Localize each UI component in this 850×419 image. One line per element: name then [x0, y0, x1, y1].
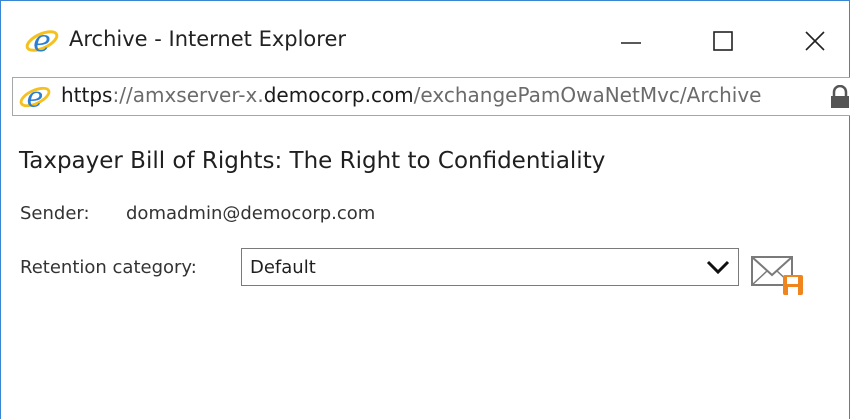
svg-text:e: e	[33, 24, 51, 58]
maximize-button[interactable]	[693, 15, 753, 67]
maximize-icon	[713, 31, 733, 51]
url-path: /exchangePamOwaNetMvc/Archive	[413, 83, 762, 107]
minimize-icon	[621, 42, 641, 44]
internet-explorer-icon: e	[25, 24, 59, 58]
close-button[interactable]	[785, 15, 845, 67]
address-bar[interactable]: e https://amxserver-x.democorp.com/excha…	[12, 77, 850, 116]
title-bar[interactable]: e Archive - Internet Explorer	[1, 1, 849, 77]
url-domain: democorp.com	[263, 83, 414, 107]
browser-window: e Archive - Internet Explorer e https://…	[0, 0, 850, 419]
retention-category-label: Retention category:	[20, 257, 197, 278]
archive-content: Taxpayer Bill of Rights: The Right to Co…	[1, 115, 849, 419]
url-host-prefix: ://amxserver-x.	[112, 83, 264, 107]
mail-save-icon[interactable]	[749, 251, 807, 295]
minimize-button[interactable]	[601, 15, 661, 67]
url-scheme: https	[61, 83, 113, 107]
svg-text:e: e	[27, 81, 44, 113]
sender-label: Sender:	[20, 203, 90, 224]
window-title: Archive - Internet Explorer	[69, 27, 346, 51]
internet-explorer-icon: e	[19, 81, 51, 113]
address-url[interactable]: https://amxserver-x.democorp.com/exchang…	[61, 83, 761, 107]
chevron-down-icon	[706, 260, 730, 275]
sender-value: domadmin@democorp.com	[126, 203, 376, 224]
message-subject: Taxpayer Bill of Rights: The Right to Co…	[19, 148, 606, 174]
close-icon	[805, 31, 825, 51]
lock-icon[interactable]	[829, 85, 850, 109]
retention-category-select[interactable]: Default	[241, 248, 739, 286]
retention-selected-value: Default	[250, 257, 316, 278]
